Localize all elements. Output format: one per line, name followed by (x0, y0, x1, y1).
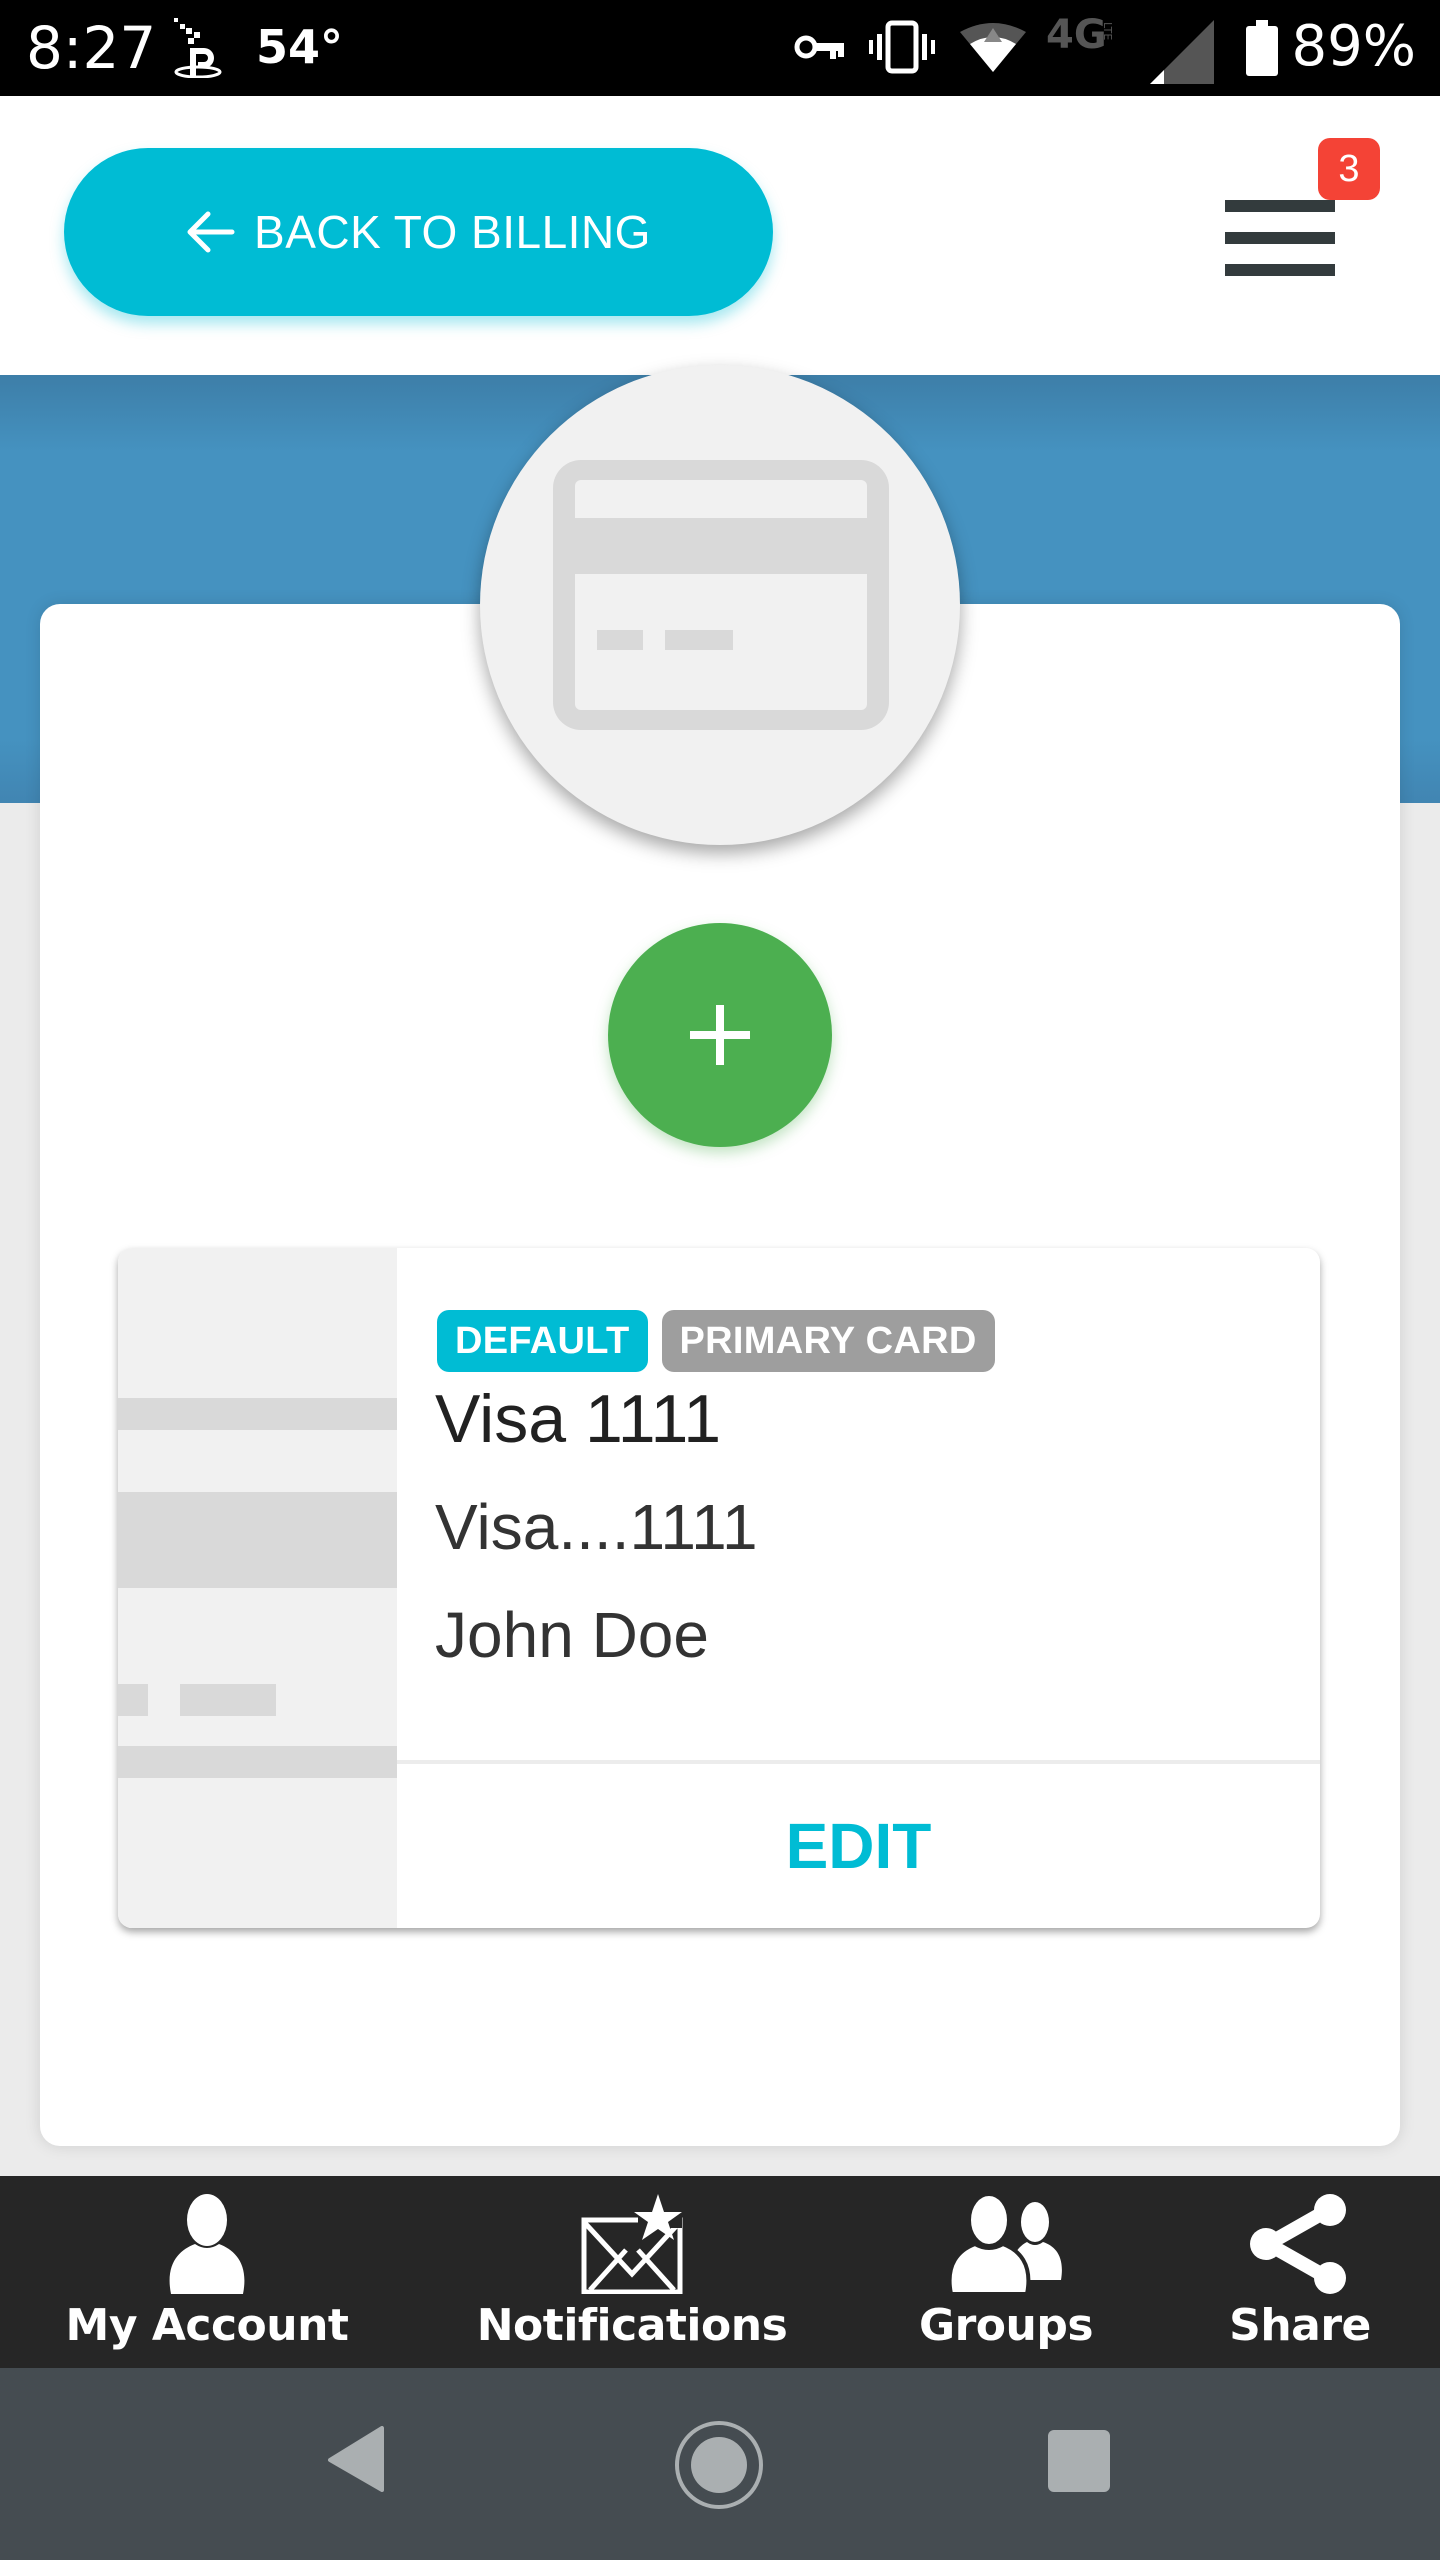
payment-card-item: DEFAULT PRIMARY CARD Visa 1111 Visa....1… (118, 1248, 1320, 1928)
nav-my-account-label: My Account (65, 2300, 349, 2351)
card-masked-number: Visa....1111 (435, 1491, 758, 1563)
status-time: 8:27 (26, 14, 157, 82)
hamburger-menu-icon[interactable] (1225, 200, 1335, 276)
nav-my-account[interactable]: My Account (62, 2176, 352, 2368)
signal-icon (1150, 20, 1214, 84)
lte-icon: 4G LTE (1046, 12, 1114, 54)
nav-groups-label: Groups (918, 2300, 1094, 2351)
primary-card-badge: PRIMARY CARD (661, 1310, 995, 1372)
back-to-billing-button[interactable]: BACK TO BILLING (64, 148, 773, 316)
home-circle-icon[interactable] (674, 2420, 764, 2510)
card-holder-name: John Doe (435, 1599, 709, 1671)
svg-text:4G: 4G (1046, 12, 1107, 54)
status-temperature: 54° (256, 20, 344, 74)
app-header: BACK TO BILLING 3 (0, 96, 1440, 375)
bottom-navigation: My Account Notifications Groups Share (0, 2176, 1440, 2368)
arrow-left-icon (187, 211, 235, 253)
battery-percent: 89% (1291, 14, 1416, 79)
card-details: DEFAULT PRIMARY CARD Visa 1111 Visa....1… (397, 1248, 1320, 1928)
back-to-billing-label: BACK TO BILLING (254, 206, 651, 258)
nav-notifications-label: Notifications (476, 2300, 788, 2351)
card-title: Visa 1111 (435, 1381, 722, 1457)
default-badge: DEFAULT (437, 1310, 648, 1372)
svg-text:LTE: LTE (1101, 22, 1114, 40)
user-icon (169, 2194, 245, 2294)
hero-card-circle (480, 365, 960, 845)
card-thumbnail (118, 1248, 397, 1928)
wifi-icon (960, 23, 1026, 72)
back-triangle-icon[interactable] (326, 2426, 386, 2492)
envelope-star-icon (581, 2194, 683, 2294)
nav-share[interactable]: Share (1220, 2176, 1380, 2368)
add-card-button[interactable] (608, 923, 832, 1147)
notification-count-badge: 3 (1318, 138, 1380, 200)
credit-card-icon (553, 460, 889, 730)
nav-share-label: Share (1229, 2300, 1371, 2351)
pixel-app-icon (174, 18, 222, 78)
battery-icon (1246, 20, 1278, 76)
edit-card-button[interactable]: EDIT (397, 1764, 1320, 1928)
plus-icon (690, 1005, 750, 1065)
card-badges: DEFAULT PRIMARY CARD (437, 1310, 995, 1372)
group-icon (947, 2194, 1062, 2294)
system-navigation-bar (0, 2368, 1440, 2560)
nav-groups[interactable]: Groups (900, 2176, 1112, 2368)
status-bar: 8:27 54° 4G LTE 89% (0, 0, 1440, 96)
recents-square-icon[interactable] (1048, 2430, 1110, 2492)
nav-notifications[interactable]: Notifications (472, 2176, 792, 2368)
share-icon (1250, 2194, 1346, 2294)
vibrate-icon (869, 20, 935, 74)
vpn-key-icon (794, 35, 844, 59)
